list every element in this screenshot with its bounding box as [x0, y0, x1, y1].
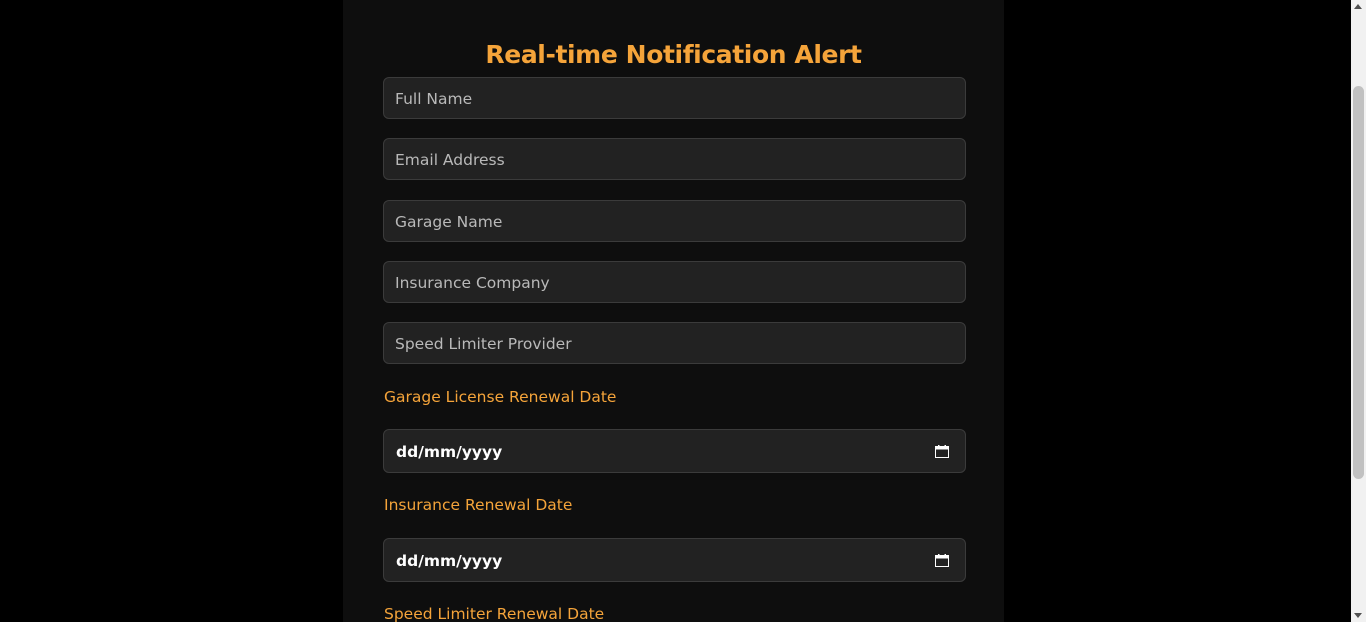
email-input[interactable]: Email Address — [383, 138, 966, 180]
garage-license-date-value: dd/mm/yyyy — [396, 443, 503, 461]
email-placeholder: Email Address — [395, 151, 505, 169]
insurance-company-placeholder: Insurance Company — [395, 274, 550, 292]
scroll-down-arrow-icon[interactable] — [1354, 613, 1362, 618]
calendar-icon[interactable] — [935, 445, 949, 458]
insurance-renewal-date-input[interactable]: dd/mm/yyyy — [383, 538, 966, 582]
insurance-company-input[interactable]: Insurance Company — [383, 261, 966, 303]
speed-limiter-renewal-label: Speed Limiter Renewal Date — [384, 605, 605, 622]
garage-name-input[interactable]: Garage Name — [383, 200, 966, 242]
speed-limiter-provider-placeholder: Speed Limiter Provider — [395, 335, 572, 353]
insurance-date-value: dd/mm/yyyy — [396, 552, 503, 570]
garage-name-placeholder: Garage Name — [395, 213, 503, 231]
insurance-renewal-label: Insurance Renewal Date — [384, 496, 573, 514]
notification-form-card: Real-time Notification Alert Full Name E… — [343, 0, 1004, 622]
speed-limiter-provider-input[interactable]: Speed Limiter Provider — [383, 322, 966, 364]
garage-license-renewal-date-input[interactable]: dd/mm/yyyy — [383, 429, 966, 473]
scroll-up-arrow-icon[interactable] — [1354, 4, 1362, 9]
full-name-placeholder: Full Name — [395, 90, 473, 108]
form-title: Real-time Notification Alert — [485, 40, 862, 69]
garage-license-renewal-label: Garage License Renewal Date — [384, 388, 617, 406]
page-viewport: Real-time Notification Alert Full Name E… — [0, 0, 1366, 622]
vertical-scrollbar[interactable] — [1351, 0, 1366, 622]
scrollbar-thumb[interactable] — [1353, 86, 1364, 479]
calendar-icon[interactable] — [935, 554, 949, 567]
full-name-input[interactable]: Full Name — [383, 77, 966, 119]
